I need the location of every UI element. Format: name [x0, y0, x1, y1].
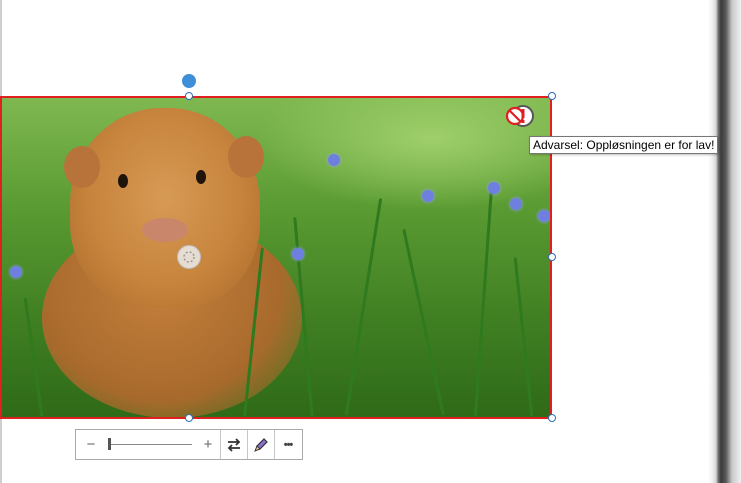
guinea-pig-ear-left: [64, 146, 100, 188]
page-right-shadow: [708, 0, 741, 483]
selected-picture[interactable]: [0, 96, 552, 419]
blue-flower: [10, 266, 22, 278]
pencil-icon: [254, 437, 268, 452]
resize-handle-bottom-right[interactable]: [548, 414, 556, 422]
grass-blade: [513, 257, 534, 417]
zoom-in-button[interactable]: +: [196, 430, 220, 459]
guinea-pig-nose: [142, 218, 188, 242]
guinea-pig-ear-right: [228, 136, 264, 178]
guinea-pig-eye-left: [118, 174, 128, 188]
move-handle[interactable]: [177, 245, 201, 269]
rotate-handle[interactable]: [182, 74, 196, 88]
low-resolution-warning-icon[interactable]: [504, 104, 534, 128]
move-handle-icon: [183, 251, 195, 263]
zoom-slider-track: [108, 444, 192, 445]
swap-button[interactable]: [221, 430, 247, 459]
zoom-out-button[interactable]: −: [76, 430, 106, 459]
grass-blade: [473, 187, 494, 417]
resize-handle-bottom[interactable]: [185, 414, 193, 422]
zoom-slider-thumb[interactable]: [108, 438, 111, 450]
guinea-pig-eye-right: [196, 170, 206, 184]
blue-flower: [292, 248, 304, 260]
blue-flower: [328, 154, 340, 166]
blue-flower: [422, 190, 434, 202]
zoom-slider[interactable]: [106, 430, 196, 459]
grass-blade: [344, 198, 383, 416]
blue-flower: [488, 182, 500, 194]
resize-handle-top[interactable]: [185, 92, 193, 100]
more-options-button[interactable]: •••: [275, 430, 301, 459]
picture-toolbar: − + •••: [75, 429, 303, 460]
grass-blade: [23, 297, 44, 417]
blue-flower: [510, 198, 522, 210]
guinea-pig-face: [64, 108, 264, 308]
warning-tooltip: Advarsel: Oppløsningen er for lav!: [529, 136, 719, 154]
grass-blade: [402, 228, 445, 416]
resize-handle-top-right[interactable]: [548, 92, 556, 100]
blue-flower: [538, 210, 550, 222]
resize-handle-right[interactable]: [548, 253, 556, 261]
swap-arrows-icon: [227, 437, 241, 452]
edit-button[interactable]: [248, 430, 274, 459]
